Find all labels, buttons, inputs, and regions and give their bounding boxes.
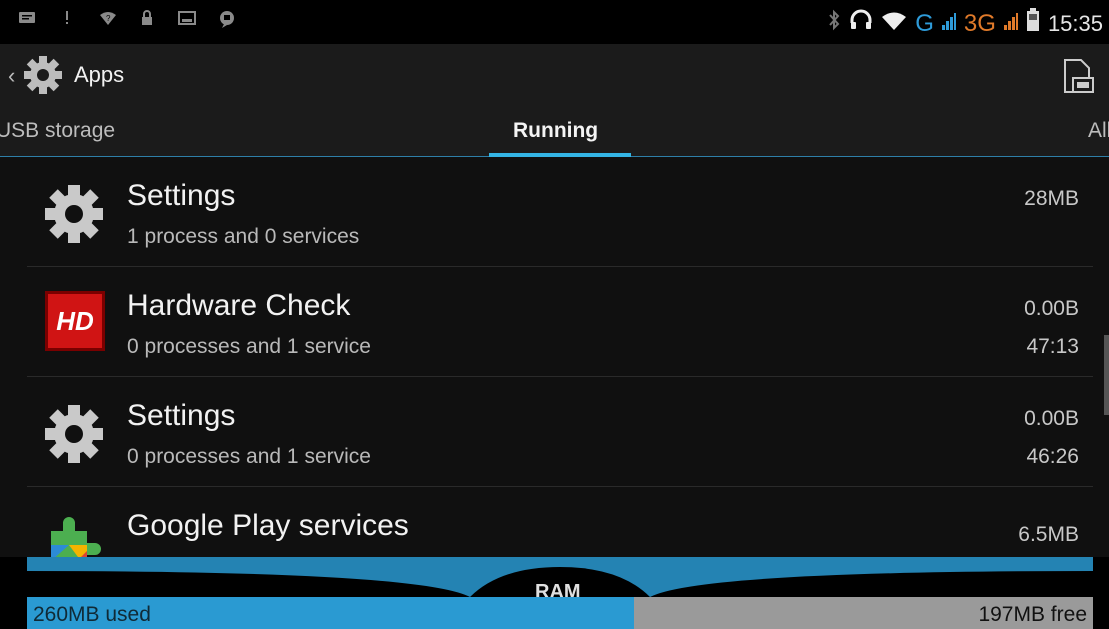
tab-usb-storage[interactable]: USB storage <box>0 119 115 143</box>
tab-running[interactable]: Running <box>513 119 598 143</box>
scrollbar[interactable] <box>1104 335 1109 415</box>
app-name: Settings <box>127 399 236 432</box>
list-item[interactable]: Settings 0 processes and 1 service 0.00B… <box>27 377 1093 487</box>
wifi-icon <box>881 10 907 38</box>
network-type-label-2: 3G <box>963 9 996 37</box>
app-name: Hardware Check <box>127 289 351 322</box>
signal-icon-2 <box>1003 10 1018 38</box>
storage-settings-icon[interactable] <box>1061 58 1095 94</box>
tab-bar: USB storage Running All <box>0 106 1109 157</box>
app-size: 0.00B <box>1024 297 1079 320</box>
app-size: 28MB <box>1024 187 1079 210</box>
ram-usage-panel: RAM 260MB used 197MB free <box>0 557 1109 629</box>
ram-free-bar: 197MB free <box>634 597 1093 629</box>
list-item[interactable]: Settings 1 process and 0 services 28MB <box>27 157 1093 267</box>
settings-app-icon[interactable] <box>22 54 64 96</box>
app-detail: 1 process and 0 services <box>127 225 360 248</box>
lock-icon <box>138 10 156 28</box>
list-item[interactable]: HD Hardware Check 0 processes and 1 serv… <box>27 267 1093 377</box>
alert-icon <box>58 10 76 28</box>
ram-free-text: 197MB free <box>978 603 1087 626</box>
gear-icon <box>41 401 107 467</box>
app-uptime: 46:26 <box>1026 445 1079 468</box>
clock: 15:35 <box>1047 10 1103 36</box>
app-size: 0.00B <box>1024 407 1079 430</box>
battery-icon <box>1026 8 1040 39</box>
running-apps-list: Settings 1 process and 0 services 28MB H… <box>0 157 1109 569</box>
chat-icon <box>218 10 236 28</box>
app-size: 6.5MB <box>1018 523 1079 546</box>
back-chevron-icon[interactable]: ‹ <box>8 63 15 89</box>
system-icons: G 3G 15:35 <box>827 8 1103 39</box>
tab-all[interactable]: All <box>1088 119 1109 143</box>
svg-text:?: ? <box>106 14 111 23</box>
action-bar: ‹ Apps <box>0 44 1109 106</box>
app-uptime: 47:13 <box>1026 335 1079 358</box>
app-name: Settings <box>127 179 236 212</box>
wifi-question-icon: ? <box>98 10 116 28</box>
headset-icon <box>849 9 873 38</box>
ram-used-text: 260MB used <box>33 603 151 626</box>
app-name: Google Play services <box>127 509 409 542</box>
network-type-label: G <box>915 9 934 37</box>
message-icon <box>18 10 36 28</box>
status-bar: ? G 3G 15:35 <box>0 0 1109 44</box>
notification-icons: ? <box>18 10 236 28</box>
app-detail: 0 processes and 1 service <box>127 445 371 468</box>
signal-icon <box>941 10 956 38</box>
page-title: Apps <box>74 62 125 87</box>
ram-used-bar: 260MB used <box>27 597 634 629</box>
hd-icon: HD <box>45 291 111 357</box>
bluetooth-icon <box>827 9 841 38</box>
app-detail: 0 processes and 1 service <box>127 335 371 358</box>
image-icon <box>178 10 196 28</box>
gear-icon <box>41 181 107 247</box>
